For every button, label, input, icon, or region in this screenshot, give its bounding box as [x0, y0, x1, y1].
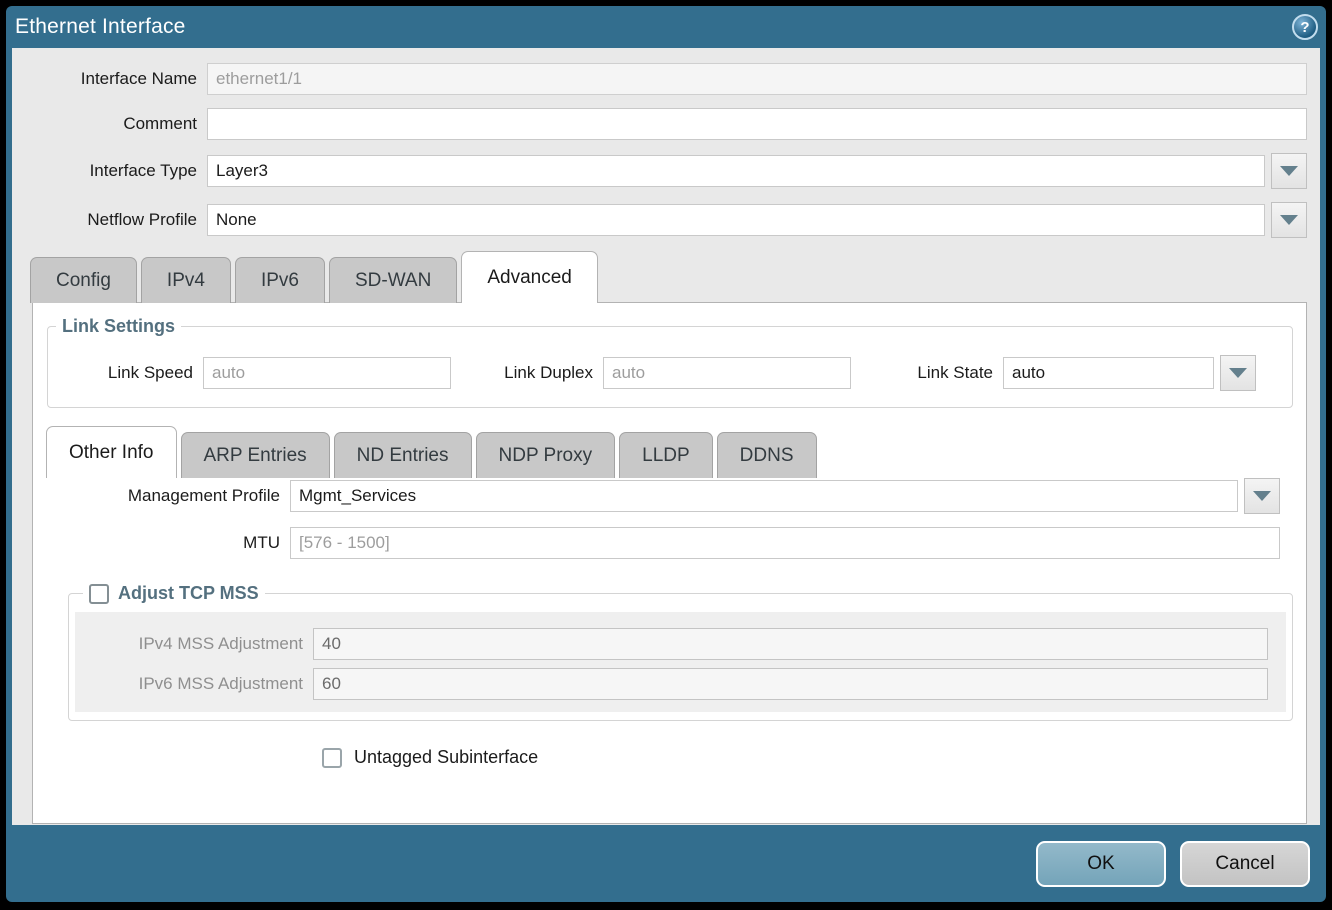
link-state-value[interactable] [1003, 357, 1214, 389]
netflow-profile-value[interactable] [207, 204, 1265, 236]
comment-field[interactable] [207, 108, 1307, 140]
tab-config[interactable]: Config [30, 257, 137, 303]
untagged-subinterface-checkbox[interactable] [322, 748, 342, 768]
netflow-profile-row: Netflow Profile [12, 202, 1307, 238]
management-profile-dropdown[interactable] [290, 478, 1280, 514]
chevron-down-icon [1280, 215, 1298, 225]
cancel-button[interactable]: Cancel [1180, 841, 1310, 887]
interface-type-dropdown[interactable] [207, 153, 1307, 189]
chevron-down-icon [1253, 491, 1271, 501]
link-settings-legend-text: Link Settings [62, 316, 175, 337]
chevron-down-icon [1229, 368, 1247, 378]
untagged-subinterface-label: Untagged Subinterface [354, 747, 538, 768]
mtu-field[interactable] [290, 527, 1280, 559]
link-speed-field[interactable] [203, 357, 451, 389]
tab-other-info[interactable]: Other Info [46, 426, 177, 478]
interface-type-dropdown-button[interactable] [1271, 153, 1307, 189]
link-settings-row: Link Speed Link Duplex Link State [48, 355, 1292, 391]
adjust-tcp-mss-fieldset: Adjust TCP MSS IPv4 MSS Adjustment IPv6 … [68, 583, 1293, 721]
dialog-body: Interface Name Comment Interface Type Ne… [12, 48, 1320, 825]
adjust-tcp-mss-legend-text: Adjust TCP MSS [118, 583, 259, 604]
tab-ipv6[interactable]: IPv6 [235, 257, 325, 303]
link-state-dropdown-button[interactable] [1220, 355, 1256, 391]
mtu-label: MTU [33, 533, 290, 553]
tab-lldp[interactable]: LLDP [619, 432, 713, 478]
tab-ddns[interactable]: DDNS [717, 432, 817, 478]
tab-advanced[interactable]: Advanced [461, 251, 598, 303]
link-settings-fieldset: Link Settings Link Speed Link Duplex Lin… [47, 316, 1293, 408]
tab-ndp-proxy[interactable]: NDP Proxy [476, 432, 616, 478]
link-state-dropdown[interactable] [1003, 355, 1256, 391]
link-settings-legend: Link Settings [56, 316, 181, 337]
adjust-tcp-mss-legend: Adjust TCP MSS [83, 583, 265, 604]
netflow-profile-dropdown[interactable] [207, 202, 1307, 238]
interface-type-value[interactable] [207, 155, 1265, 187]
main-tabstrip: Config IPv4 IPv6 SD-WAN Advanced [30, 251, 1307, 303]
management-profile-value[interactable] [290, 480, 1238, 512]
help-icon[interactable]: ? [1292, 14, 1318, 40]
netflow-profile-label: Netflow Profile [12, 210, 207, 230]
management-profile-dropdown-button[interactable] [1244, 478, 1280, 514]
ipv6-mss-field [313, 668, 1268, 700]
link-duplex-field[interactable] [603, 357, 851, 389]
link-state-label: Link State [851, 363, 1003, 383]
ethernet-interface-dialog: Ethernet Interface ? Interface Name Comm… [6, 6, 1326, 902]
interface-name-row: Interface Name [12, 63, 1307, 95]
tab-arp-entries[interactable]: ARP Entries [181, 432, 330, 478]
ipv6-mss-label: IPv6 MSS Adjustment [81, 674, 313, 694]
ipv4-mss-label: IPv4 MSS Adjustment [81, 634, 313, 654]
netflow-profile-dropdown-button[interactable] [1271, 202, 1307, 238]
interface-name-label: Interface Name [12, 69, 207, 89]
management-profile-label: Management Profile [33, 486, 290, 506]
mtu-row: MTU [33, 527, 1280, 559]
interface-name-field [207, 63, 1307, 95]
title-bar: Ethernet Interface ? [6, 6, 1326, 48]
link-duplex-label: Link Duplex [451, 363, 603, 383]
advanced-tab-panel: Link Settings Link Speed Link Duplex Lin… [32, 302, 1307, 824]
management-profile-row: Management Profile [33, 478, 1280, 514]
mss-disabled-panel: IPv4 MSS Adjustment IPv6 MSS Adjustment [75, 612, 1286, 712]
dialog-title: Ethernet Interface [15, 15, 186, 39]
ok-button[interactable]: OK [1036, 841, 1166, 887]
footer-bar: OK Cancel [6, 825, 1326, 902]
comment-label: Comment [12, 114, 207, 134]
ipv4-mss-row: IPv4 MSS Adjustment [81, 628, 1268, 660]
tab-ipv4[interactable]: IPv4 [141, 257, 231, 303]
adjust-tcp-mss-checkbox[interactable] [89, 584, 109, 604]
tab-sd-wan[interactable]: SD-WAN [329, 257, 457, 303]
untagged-subinterface-row: Untagged Subinterface [322, 747, 1306, 768]
comment-row: Comment [12, 108, 1307, 140]
chevron-down-icon [1280, 166, 1298, 176]
interface-type-label: Interface Type [12, 161, 207, 181]
ipv6-mss-row: IPv6 MSS Adjustment [81, 668, 1268, 700]
interface-type-row: Interface Type [12, 153, 1307, 189]
ipv4-mss-field [313, 628, 1268, 660]
inner-tabstrip: Other Info ARP Entries ND Entries NDP Pr… [46, 426, 1293, 478]
link-speed-label: Link Speed [48, 363, 203, 383]
help-icon-glyph: ? [1300, 19, 1309, 36]
tab-nd-entries[interactable]: ND Entries [334, 432, 472, 478]
